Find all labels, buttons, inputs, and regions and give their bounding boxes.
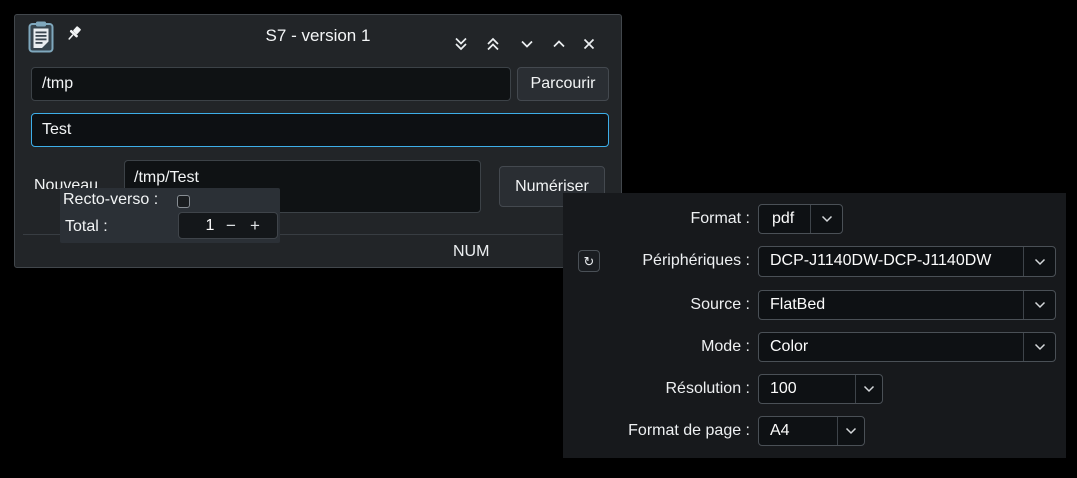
chevron-down-icon [1024,291,1055,319]
titlebar[interactable]: S7 - version 1 [15,15,621,59]
increment-button[interactable]: + [243,214,267,238]
close-window-icon[interactable] [581,36,597,52]
desktop: S7 - version 1 /tmp Parcourir Test [0,0,1077,478]
browse-button[interactable]: Parcourir [517,67,609,101]
resolution-value: 100 [759,375,855,403]
devices-dropdown[interactable]: DCP-J1140DW-DCP-J1140DW [758,246,1056,277]
total-spinbox[interactable]: 1 − + [178,212,278,239]
unshade-window-icon[interactable] [485,36,501,52]
duplex-checkbox[interactable] [177,195,190,208]
format-dropdown[interactable]: pdf [758,204,843,234]
chevron-down-icon [811,205,842,233]
source-value: FlatBed [759,291,1023,319]
browse-button-label: Parcourir [531,75,596,93]
shade-window-icon[interactable] [453,36,469,52]
source-label: Source : [563,290,750,320]
pagesize-label: Format de page : [563,416,750,446]
pagesize-value: A4 [759,417,837,445]
scan-options-popup: Recto-verso : Total : 1 − + [60,188,280,243]
destination-folder-input[interactable]: /tmp [31,67,511,101]
destination-folder-value: /tmp [32,68,510,100]
mode-dropdown[interactable]: Color [758,332,1056,362]
devices-label: Périphériques : [563,246,750,276]
chevron-down-icon [838,417,864,445]
total-value: 1 [201,217,219,235]
mode-value: Color [759,333,1023,361]
status-num-indicator: NUM [453,243,489,261]
maximize-window-icon[interactable] [551,36,567,52]
resolution-label: Résolution : [563,374,750,404]
total-label: Total : [65,218,108,236]
filename-input[interactable]: Test [31,113,609,147]
chevron-down-icon [856,375,882,403]
decrement-button[interactable]: − [219,214,243,238]
pagesize-dropdown[interactable]: A4 [758,416,865,446]
duplex-label: Recto-verso : [63,191,158,209]
devices-value: DCP-J1140DW-DCP-J1140DW [759,247,1023,276]
chevron-down-icon [1024,333,1055,361]
filename-value: Test [32,114,608,146]
minimize-window-icon[interactable] [519,36,535,52]
resolution-dropdown[interactable]: 100 [758,374,883,404]
mode-label: Mode : [563,332,750,362]
format-label: Format : [563,204,750,234]
format-value: pdf [759,205,810,233]
scan-settings-panel: Format : pdf ↻ Périphériques : DCP-J1140… [563,193,1066,458]
source-dropdown[interactable]: FlatBed [758,290,1056,320]
chevron-down-icon [1024,247,1055,276]
